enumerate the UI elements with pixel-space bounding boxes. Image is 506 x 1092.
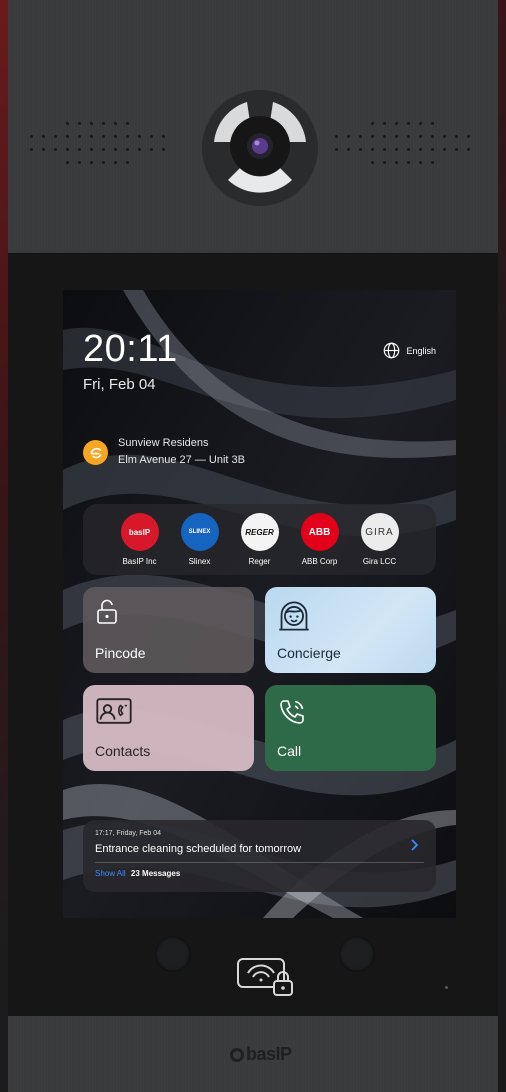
proximity-sensor: [155, 936, 191, 972]
phone-call-icon: [280, 700, 304, 724]
message-count: 23 Messages: [130, 869, 181, 878]
residence-info: Sunview Residens Elm Avenue 27 — Unit 3B: [83, 435, 245, 469]
call-tile[interactable]: Call: [265, 685, 436, 771]
chevron-right-icon[interactable]: [410, 838, 420, 852]
concierge-icon: [279, 601, 309, 631]
brand-bar: basIP BasIP Inc SLINEX Slinex REGER Rege…: [83, 504, 436, 575]
speaker-grille-right: [333, 120, 483, 168]
brand-name: BasIP Inc: [122, 557, 157, 566]
abb-logo-icon: ABB: [300, 513, 339, 551]
residence-address: Elm Avenue 27 — Unit 3B: [118, 454, 245, 466]
pincode-tile[interactable]: Pincode: [83, 587, 254, 673]
notification-message: Entrance cleaning scheduled for tomorrow: [95, 843, 302, 855]
nfc-reader-icon[interactable]: [236, 955, 298, 999]
notification-timestamp: 17:17, Friday, Feb 04: [95, 830, 162, 837]
brand-item-reger[interactable]: REGER Reger: [236, 513, 284, 575]
gira-logo-icon: GIRA: [360, 513, 399, 551]
pincode-label: Pincode: [95, 645, 146, 661]
concierge-tile[interactable]: Concierge: [265, 587, 436, 673]
unlock-icon: [97, 599, 117, 624]
brand-name: Gira LCC: [362, 557, 397, 566]
clock-time: 20:11: [83, 328, 178, 370]
slinex-logo-icon: SLINEX: [180, 513, 219, 551]
brand-name: Reger: [248, 557, 271, 566]
brand-item-abb[interactable]: ABB ABB Corp: [296, 513, 344, 575]
basip-logo-icon: basIP: [120, 513, 159, 551]
contacts-icon: [96, 698, 132, 724]
brand-item-basip[interactable]: basIP BasIP Inc: [116, 513, 164, 575]
camera-icon: [200, 88, 320, 208]
concierge-label: Concierge: [277, 645, 341, 661]
light-sensor: [339, 936, 375, 972]
device-brand-logo: basIP: [230, 1044, 292, 1065]
brand-item-gira[interactable]: GIRA Gira LCC: [356, 513, 404, 575]
camera-panel: [8, 0, 498, 254]
globe-icon: [384, 342, 400, 359]
notification-card[interactable]: 17:17, Friday, Feb 04 Entrance cleaning …: [83, 820, 436, 892]
show-all-link[interactable]: Show All: [95, 869, 126, 878]
speaker-grille-left: [28, 120, 178, 168]
status-led: [445, 986, 448, 989]
touchscreen: 20:11 Fri, Feb 04 English Sunview Reside…: [63, 290, 456, 918]
reger-logo-icon: REGER: [240, 513, 279, 551]
call-label: Call: [277, 743, 302, 759]
brand-name: ABB Corp: [301, 557, 338, 566]
clock-date: Fri, Feb 04: [83, 376, 156, 393]
residence-name: Sunview Residens: [118, 437, 209, 449]
divider: [95, 862, 424, 863]
residence-logo-icon: [83, 439, 108, 465]
language-label: English: [406, 345, 436, 356]
brand-item-slinex[interactable]: SLINEX Slinex: [176, 513, 224, 575]
contacts-label: Contacts: [95, 743, 151, 759]
language-selector[interactable]: English: [383, 342, 436, 359]
contacts-tile[interactable]: Contacts: [83, 685, 254, 771]
brand-name: Slinex: [188, 557, 211, 566]
